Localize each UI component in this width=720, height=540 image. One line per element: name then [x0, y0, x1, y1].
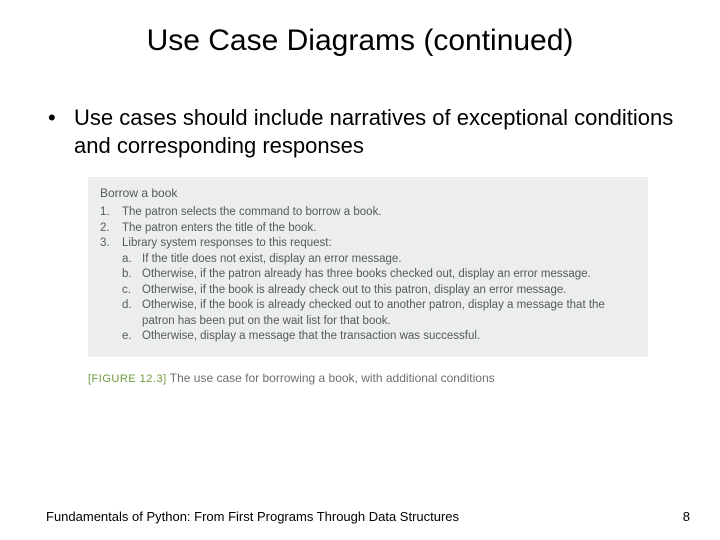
slide-number: 8: [683, 509, 690, 524]
step-item: 1. The patron selects the command to bor…: [100, 205, 636, 221]
substep-item: b. Otherwise, if the patron already has …: [122, 267, 636, 283]
figure: Borrow a book 1. The patron selects the …: [88, 177, 648, 385]
substep-text: Otherwise, if the book is already check …: [142, 283, 636, 299]
step-text: The patron enters the title of the book.: [122, 221, 636, 237]
substep-letter: c.: [122, 283, 142, 299]
step-number: 2.: [100, 221, 122, 237]
figure-box: Borrow a book 1. The patron selects the …: [88, 177, 648, 357]
substep-letter: d.: [122, 298, 142, 329]
step-item: 2. The patron enters the title of the bo…: [100, 221, 636, 237]
footer: Fundamentals of Python: From First Progr…: [46, 509, 690, 524]
substep-item: a. If the title does not exist, display …: [122, 252, 636, 268]
bullet-dot-icon: •: [46, 104, 74, 159]
substep-letter: a.: [122, 252, 142, 268]
figure-caption-label: [FIGURE 12.3]: [88, 373, 167, 385]
figure-heading: Borrow a book: [100, 185, 636, 201]
step-item: 3. Library system responses to this requ…: [100, 236, 636, 252]
figure-caption-text: The use case for borrowing a book, with …: [170, 371, 495, 385]
substep-text: If the title does not exist, display an …: [142, 252, 636, 268]
step-text: The patron selects the command to borrow…: [122, 205, 636, 221]
bullet-item: • Use cases should include narratives of…: [46, 104, 674, 159]
footer-source: Fundamentals of Python: From First Progr…: [46, 509, 459, 524]
substep-text: Otherwise, if the patron already has thr…: [142, 267, 636, 283]
substep-item: e. Otherwise, display a message that the…: [122, 329, 636, 345]
substep-letter: b.: [122, 267, 142, 283]
step-text: Library system responses to this request…: [122, 236, 636, 252]
substep-list: a. If the title does not exist, display …: [100, 252, 636, 345]
substep-letter: e.: [122, 329, 142, 345]
substep-text: Otherwise, display a message that the tr…: [142, 329, 636, 345]
substep-item: d. Otherwise, if the book is already che…: [122, 298, 636, 329]
slide-title: Use Case Diagrams (continued): [0, 0, 720, 68]
bullet-list: • Use cases should include narratives of…: [46, 104, 674, 159]
substep-text: Otherwise, if the book is already checke…: [142, 298, 636, 329]
step-number: 3.: [100, 236, 122, 252]
substep-item: c. Otherwise, if the book is already che…: [122, 283, 636, 299]
slide: Use Case Diagrams (continued) • Use case…: [0, 0, 720, 540]
bullet-text: Use cases should include narratives of e…: [74, 104, 674, 159]
figure-caption: [FIGURE 12.3] The use case for borrowing…: [88, 371, 648, 385]
step-number: 1.: [100, 205, 122, 221]
